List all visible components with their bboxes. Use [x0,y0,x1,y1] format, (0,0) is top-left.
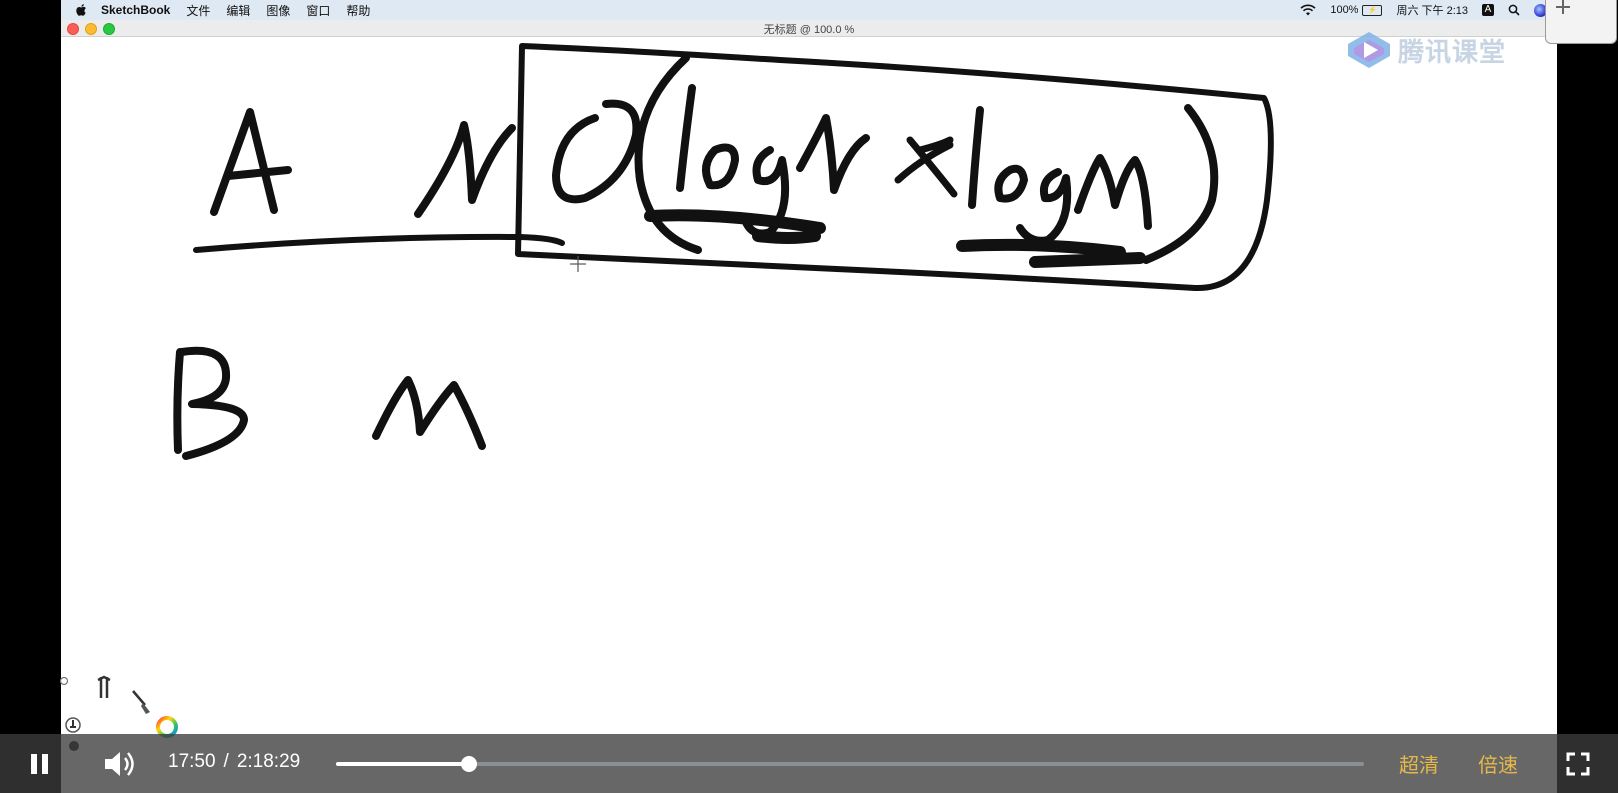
stroke-log-o2 [994,164,1028,203]
playback-time: 17:50 / 2:18:29 [168,751,300,773]
plus-icon[interactable] [1552,0,1576,19]
fullscreen-button[interactable] [1566,752,1590,776]
stroke-log-l2 [968,106,984,209]
video-frame[interactable]: SketchBook 文件 编辑 图像 窗口 帮助 100% ⚡ 周六 下午 2… [0,0,1618,793]
stroke-letter-n [414,121,516,218]
stroke-letter-m [1074,154,1152,230]
pause-button[interactable] [28,752,52,776]
stroke-letter-n2 [796,114,870,194]
time-separator: / [223,751,229,772]
total-duration: 2:18:29 [236,751,301,772]
progress-fill [336,762,469,766]
stroke-underline [193,233,565,253]
progress-handle[interactable] [460,756,477,772]
stroke-close-paren [1142,104,1219,264]
speed-button[interactable]: 倍速 [1478,749,1518,778]
stroke-log-l [676,84,696,192]
gear-tool-icon[interactable] [60,674,72,688]
stroke-log-o [702,143,739,190]
stroke-scribble-2 [956,238,1146,268]
brush-icon[interactable] [128,688,154,716]
volume-button[interactable] [102,749,138,779]
current-time: 17:50 [168,751,216,772]
player-control-bar: 17:50 / 2:18:29 超清 倍速 [0,734,1618,793]
sketch-canvas[interactable] [0,0,1618,793]
stroke-letter-o [552,99,641,204]
stroke-letter-b [173,346,248,460]
stroke-multiply [894,136,958,198]
progress-bar[interactable] [336,756,1364,772]
stroke-letter-m2 [372,376,486,450]
stroke-letter-a [210,108,292,216]
top-right-panel[interactable] [1545,0,1617,44]
quality-button[interactable]: 超清 [1399,749,1439,778]
layer-tool-icon[interactable] [64,716,82,734]
toolbox-icon[interactable] [92,674,118,702]
